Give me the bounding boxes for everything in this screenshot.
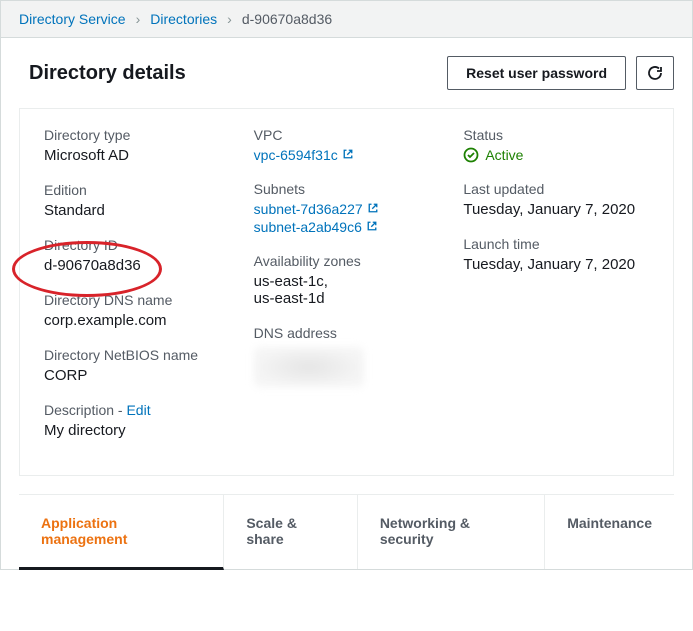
launch-time-label: Launch time [463, 236, 649, 252]
refresh-icon [647, 65, 663, 81]
tab-application-management[interactable]: Application management [19, 495, 224, 570]
directory-id-value: d-90670a8d36 [44, 257, 230, 274]
chevron-right-icon: › [227, 11, 232, 27]
directory-type-label: Directory type [44, 127, 230, 143]
launch-time-value: Tuesday, January 7, 2020 [463, 256, 649, 273]
last-updated-label: Last updated [463, 181, 649, 197]
refresh-button[interactable] [636, 56, 674, 90]
subnet2-link[interactable]: subnet-a2ab49c6 [254, 219, 362, 235]
status-badge: Active [463, 147, 649, 163]
breadcrumb-root[interactable]: Directory Service [19, 11, 126, 27]
external-link-icon [342, 147, 354, 163]
breadcrumb: Directory Service › Directories › d-9067… [1, 1, 692, 38]
description-value: My directory [44, 422, 230, 439]
reset-password-button[interactable]: Reset user password [447, 56, 626, 90]
external-link-icon [366, 219, 378, 235]
tab-maintenance[interactable]: Maintenance [545, 495, 674, 569]
check-circle-icon [463, 147, 479, 163]
dns-address-redacted [254, 347, 364, 387]
az-label: Availability zones [254, 253, 440, 269]
netbios-value: CORP [44, 367, 230, 384]
directory-dns-label: Directory DNS name [44, 292, 230, 308]
netbios-label: Directory NetBIOS name [44, 347, 230, 363]
directory-dns-value: corp.example.com [44, 312, 230, 329]
last-updated-value: Tuesday, January 7, 2020 [463, 201, 649, 218]
details-panel: Directory type Microsoft AD Edition Standa… [19, 108, 674, 476]
page-title: Directory details [29, 62, 447, 85]
description-label: Description - Edit [44, 402, 230, 418]
chevron-right-icon: › [136, 11, 141, 27]
edition-label: Edition [44, 182, 230, 198]
external-link-icon [367, 201, 379, 217]
tab-networking-security[interactable]: Networking & security [358, 495, 545, 569]
status-label: Status [463, 127, 649, 143]
subnet1-link[interactable]: subnet-7d36a227 [254, 201, 363, 217]
dns-address-label: DNS address [254, 325, 440, 341]
breadcrumb-current: d-90670a8d36 [242, 11, 332, 27]
edition-value: Standard [44, 202, 230, 219]
directory-id-label: Directory ID [44, 237, 230, 253]
az-value: us-east-1c, us-east-1d [254, 273, 440, 307]
subnets-label: Subnets [254, 181, 440, 197]
tabs: Application management Scale & share Net… [19, 494, 674, 569]
vpc-link[interactable]: vpc-6594f31c [254, 147, 338, 163]
breadcrumb-section[interactable]: Directories [150, 11, 217, 27]
vpc-label: VPC [254, 127, 440, 143]
status-value: Active [485, 147, 523, 163]
tab-scale-share[interactable]: Scale & share [224, 495, 357, 569]
directory-type-value: Microsoft AD [44, 147, 230, 164]
edit-description-link[interactable]: Edit [126, 402, 150, 418]
